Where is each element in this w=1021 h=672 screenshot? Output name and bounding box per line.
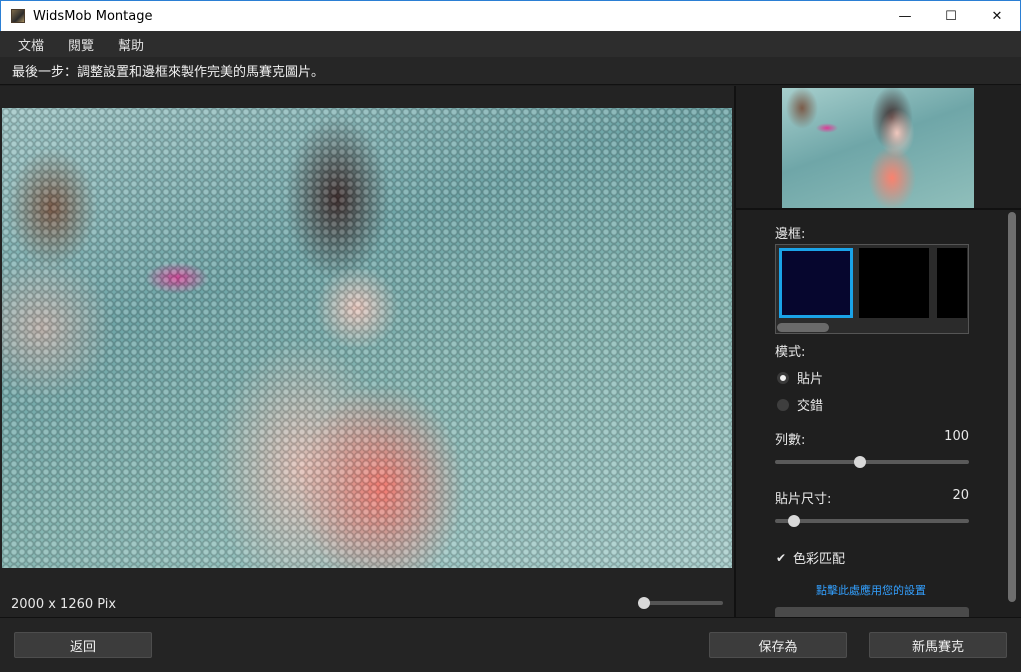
preview-pane: 2000 x 1260 Pix [0,86,734,617]
checkmark-icon: ✔ [775,550,787,565]
image-dimensions: 2000 x 1260 Pix [11,597,117,612]
original-thumbnail [782,88,974,208]
tile-size-label: 貼片尺寸: [775,492,832,507]
mode-tile-label: 貼片 [797,372,824,387]
maximize-button[interactable]: ☐ [928,1,974,32]
border-option-3[interactable] [937,248,967,318]
minimize-button[interactable]: — [882,1,928,32]
radio-selected-icon [777,371,789,384]
apply-button[interactable] [775,607,969,617]
columns-slider-track[interactable] [775,460,969,464]
instruction-text: 最後一步：調整設置和邊框來製作完美的馬賽克圖片。 [0,57,1021,85]
app-logo-icon [11,9,25,23]
tile-size-slider-track[interactable] [775,519,969,523]
border-option-1[interactable] [779,248,853,318]
menu-bar: 文檔 閱覽 幫助 [0,31,1021,57]
mode-interlace-label: 交錯 [797,399,824,414]
close-button[interactable]: ✕ [974,1,1020,32]
columns-label: 列數: [775,433,806,448]
radio-unselected-icon [777,398,789,411]
save-as-button[interactable]: 保存為 [709,632,847,658]
window-title: WidsMob Montage [33,8,153,24]
title-bar: WidsMob Montage — ☐ ✕ [0,0,1021,31]
settings-panel: 邊框: 模式: 貼片 交錯 列數: 100 貼片尺寸: 20 ✔ 色彩匹配 點擊… [736,86,1021,617]
menu-file[interactable]: 文檔 [6,35,56,54]
mode-label: 模式: [775,345,806,360]
color-match-checkbox[interactable]: ✔ 色彩匹配 [775,548,846,568]
columns-value: 100 [944,429,969,444]
mode-interlace-radio[interactable]: 交錯 [777,395,823,414]
menu-help[interactable]: 幫助 [106,35,156,54]
border-selector [775,244,969,334]
back-button[interactable]: 返回 [14,632,152,658]
apply-settings-link[interactable]: 點擊此處應用您的設置 [816,582,926,598]
columns-slider-thumb[interactable] [854,456,867,468]
tile-size-slider-thumb[interactable] [788,515,801,527]
bottom-bar: 返回 保存為 新馬賽克 [0,617,1021,672]
new-mosaic-button[interactable]: 新馬賽克 [869,632,1007,658]
panel-divider [736,208,1021,210]
tile-size-value: 20 [952,488,969,503]
panel-scrollbar[interactable] [1008,212,1016,602]
color-match-label: 色彩匹配 [793,552,846,567]
border-option-2[interactable] [859,248,929,318]
zoom-slider-thumb[interactable] [638,597,651,609]
window-controls: — ☐ ✕ [882,1,1020,32]
border-strip-scrollbar[interactable] [777,323,829,332]
zoom-slider-track[interactable] [640,601,723,605]
border-label: 邊框: [775,227,806,242]
mode-tile-radio[interactable]: 貼片 [777,368,823,387]
menu-view[interactable]: 閱覽 [56,35,106,54]
mosaic-preview-image[interactable] [2,108,732,568]
